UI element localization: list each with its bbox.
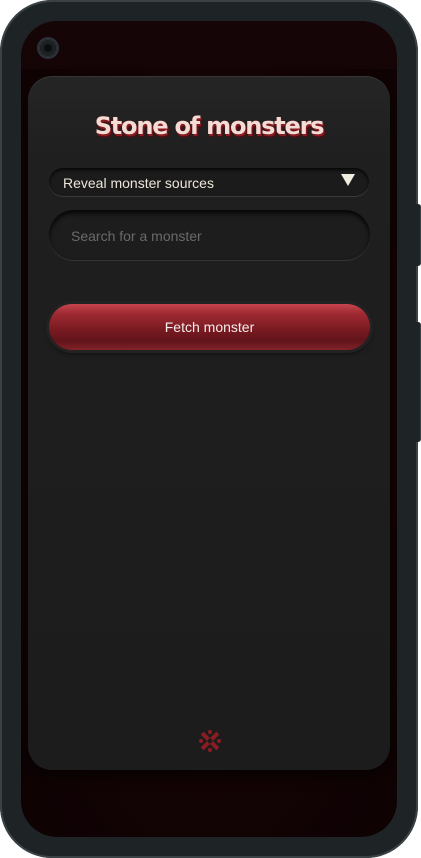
- volume-button: [415, 204, 421, 266]
- caret-down-icon: [341, 174, 355, 186]
- status-bar: [21, 21, 397, 69]
- fetch-monster-button[interactable]: Fetch monster: [49, 304, 370, 350]
- app-title: Stone of monsters: [94, 112, 325, 140]
- monster-search-input[interactable]: [69, 210, 353, 262]
- main-card: Stone of monsters Reveal monster sources…: [28, 76, 390, 770]
- monster-sources-label: Reveal monster sources: [63, 175, 214, 191]
- front-camera-icon: [37, 37, 59, 59]
- search-field-container: [49, 210, 370, 262]
- rune-logo-icon: [199, 730, 221, 752]
- power-button: [415, 322, 421, 442]
- monster-sources-dropdown[interactable]: Reveal monster sources: [49, 168, 369, 196]
- phone-screen: Stone of monsters Reveal monster sources…: [21, 21, 397, 837]
